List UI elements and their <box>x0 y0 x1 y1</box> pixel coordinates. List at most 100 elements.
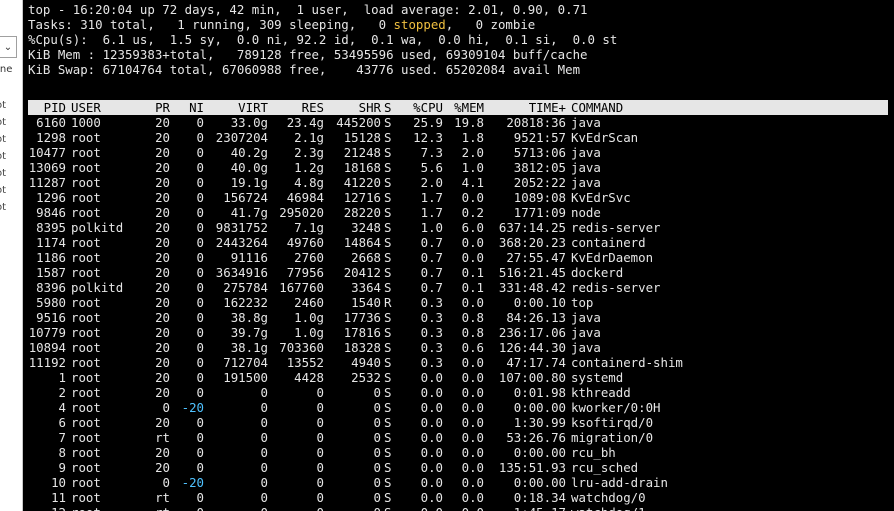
column-header-virt[interactable]: VIRT <box>208 100 268 115</box>
cell-s: S <box>384 145 392 160</box>
cell-virt: 0 <box>260 385 268 400</box>
cell-pid: 13069 <box>28 160 66 175</box>
cell-pid: 2 <box>58 385 66 400</box>
cell-cpu: 0.3 <box>420 355 443 370</box>
column-header-pr[interactable]: PR <box>140 100 170 115</box>
cell-s: S <box>384 130 392 145</box>
cell-pr: rt <box>155 430 170 445</box>
cell-mem: 0.6 <box>461 340 484 355</box>
cell-cmd: containerd-shim <box>571 355 683 370</box>
cell-cmd: kworker/0:0H <box>571 400 661 415</box>
cell-shr: 15128 <box>343 130 381 145</box>
summary-uptime-line: top - 16:20:04 up 72 days, 42 min, 1 use… <box>28 2 588 17</box>
side-panel-item[interactable]: ot <box>0 117 6 128</box>
cell-user: root <box>71 490 101 505</box>
side-panel-item[interactable]: ot <box>0 100 6 111</box>
cell-res: 1.0g <box>294 310 324 325</box>
process-row[interactable]: 1587 root 20 0 3634916 77956 20412 S 0.7 0.1 516:2… <box>28 265 888 280</box>
process-row[interactable]: 8 root 20 0 0 0 0 S 0.0 0.0 0:00.00 rcu_bh <box>28 445 888 460</box>
column-header-mem[interactable]: %MEM <box>444 100 484 115</box>
cell-time: 5713:06 <box>513 145 566 160</box>
column-header-shr[interactable]: SHR <box>325 100 381 115</box>
cell-cmd: KvEdrScan <box>571 130 639 145</box>
cell-user: root <box>71 460 101 475</box>
cell-cpu: 0.3 <box>420 310 443 325</box>
cell-pid: 10894 <box>28 340 66 355</box>
process-row[interactable]: 9846 root 20 0 41.7g 295020 28220 S 1.7 0.2 1771:0… <box>28 205 888 220</box>
cell-mem: 0.1 <box>461 265 484 280</box>
cell-pid: 1296 <box>36 190 66 205</box>
side-panel-item[interactable]: ot <box>0 168 6 179</box>
cell-mem: 0.8 <box>461 325 484 340</box>
cell-ni: 0 <box>196 175 204 190</box>
side-panel-item[interactable]: ot <box>0 151 6 162</box>
process-row[interactable]: 10894 root 20 0 38.1g 703360 18328 S 0.3 0.6 126:4… <box>28 340 888 355</box>
cell-time: 637:14.25 <box>498 220 566 235</box>
process-row[interactable]: 2 root 20 0 0 0 0 S 0.0 0.0 0:01.98 kthreadd <box>28 385 888 400</box>
column-header-s[interactable]: S <box>384 100 396 115</box>
cell-cpu: 0.0 <box>420 445 443 460</box>
cell-pr: 0 <box>162 400 170 415</box>
process-row[interactable]: 8395 polkitd 20 0 9831752 7.1g 3248 S 1.0 6.0 637:… <box>28 220 888 235</box>
column-header-cmd[interactable]: COMMAND <box>571 100 881 115</box>
cell-pr: 20 <box>155 175 170 190</box>
cell-cmd: redis-server <box>571 220 661 235</box>
process-row[interactable]: 6160 1000 20 0 33.0g 23.4g 445200 S 25.9 19.8 2081… <box>28 115 888 130</box>
column-header-res[interactable]: RES <box>270 100 324 115</box>
process-row[interactable]: 1296 root 20 0 156724 46984 12716 S 1.7 0.0 1089:0… <box>28 190 888 205</box>
process-row[interactable]: 5980 root 20 0 162232 2460 1540 R 0.3 0.0 0:00.10 t… <box>28 295 888 310</box>
process-row[interactable]: 13069 root 20 0 40.0g 1.2g 18168 S 5.6 1.0 3812:05… <box>28 160 888 175</box>
cell-virt: 41.7g <box>230 205 268 220</box>
process-row[interactable]: 9516 root 20 0 38.8g 1.0g 17736 S 0.3 0.8 84:26.13… <box>28 310 888 325</box>
side-panel-item[interactable]: ot <box>0 134 6 145</box>
dropdown-toggle[interactable]: ⌄ <box>0 36 17 58</box>
cell-cmd: migration/0 <box>571 430 654 445</box>
process-row[interactable]: 6 root 20 0 0 0 0 S 0.0 0.0 1:30.99 ksoftirqd/0 <box>28 415 888 430</box>
process-row[interactable]: 12rootrt0000S0.00.01:45.17watchdog/1 <box>28 505 888 511</box>
cell-pr: 20 <box>155 145 170 160</box>
cell-virt: 712704 <box>223 355 268 370</box>
process-row[interactable]: 9 root 20 0 0 0 0 S 0.0 0.0 135:51.93 rcu_sched <box>28 460 888 475</box>
cell-res: 77956 <box>286 265 324 280</box>
cell-pr: rt <box>155 490 170 505</box>
process-row[interactable]: 11287 root 20 0 19.1g 4.8g 41220 S 2.0 4.1 2052:22… <box>28 175 888 190</box>
column-header-pid[interactable]: PID <box>28 100 66 115</box>
cell-shr: 0 <box>373 385 381 400</box>
process-row[interactable]: 11 root rt 0 0 0 0 S 0.0 0.0 0:18.34 watchdog/0 <box>28 490 888 505</box>
cell-cpu: 0.0 <box>420 460 443 475</box>
cell-ni: -20 <box>181 475 204 490</box>
cell-pid: 5980 <box>36 295 66 310</box>
process-row[interactable]: 1298 root 20 0 2307204 2.1g 15128 S 12.3 1.8 9521:… <box>28 130 888 145</box>
process-row[interactable]: 7 root rt 0 0 0 0 S 0.0 0.0 53:26.76 migration/0 <box>28 430 888 445</box>
column-header-cpu[interactable]: %CPU <box>396 100 443 115</box>
process-row[interactable]: 10477 root 20 0 40.2g 2.3g 21248 S 7.3 2.0 5713:06… <box>28 145 888 160</box>
cell-user: root <box>71 415 101 430</box>
process-row[interactable]: 1186 root 20 0 91116 2760 2668 S 0.7 0.0 27:55.47 K… <box>28 250 888 265</box>
process-row[interactable]: 1 root 20 0 191500 4428 2532 S 0.0 0.0 107:00.80 sy… <box>28 370 888 385</box>
cell-time: 53:26.76 <box>506 430 566 445</box>
cell-shr: 17736 <box>343 310 381 325</box>
process-row[interactable]: 1174 root 20 0 2443264 49760 14864 S 0.7 0.0 368:2… <box>28 235 888 250</box>
column-header-ni[interactable]: NI <box>174 100 204 115</box>
cell-cmd: node <box>571 205 601 220</box>
cell-cpu: 25.9 <box>413 115 443 130</box>
process-row[interactable]: 8396 polkitd 20 0 275784 167760 3364 S 0.7 0.1 331… <box>28 280 888 295</box>
cell-virt: 156724 <box>223 190 268 205</box>
column-header-time[interactable]: TIME+ <box>484 100 566 115</box>
process-row[interactable]: 11192 root 20 0 712704 13552 4940 S 0.3 0.0 47:17.… <box>28 355 888 370</box>
process-table-header[interactable]: PID USER PR NI VIRT RES SHR S %CPU %MEM TIME+ COMMA… <box>28 100 888 115</box>
cell-pid: 11 <box>51 490 66 505</box>
cell-virt: 3634916 <box>215 265 268 280</box>
cell-shr: 18168 <box>343 160 381 175</box>
process-row[interactable]: 4 root 0 -20 0 0 0 S 0.0 0.0 0:00.00 kworker/0:0H <box>28 400 888 415</box>
side-panel-item[interactable]: ot <box>0 202 6 213</box>
cell-shr: 21248 <box>343 145 381 160</box>
process-row[interactable]: 10779 root 20 0 39.7g 1.0g 17816 S 0.3 0.8 236:17.… <box>28 325 888 340</box>
side-panel-item[interactable]: ot <box>0 185 6 196</box>
column-header-user[interactable]: USER <box>71 100 139 115</box>
process-row[interactable]: 10 root 0 -20 0 0 0 S 0.0 0.0 0:00.00 lru-add-drain <box>28 475 888 490</box>
cell-shr: 3364 <box>351 280 381 295</box>
terminal-window[interactable]: top - 16:20:04 up 72 days, 42 min, 1 use… <box>23 0 894 511</box>
cell-mem: 2.0 <box>461 145 484 160</box>
cell-ni: 0 <box>196 280 204 295</box>
